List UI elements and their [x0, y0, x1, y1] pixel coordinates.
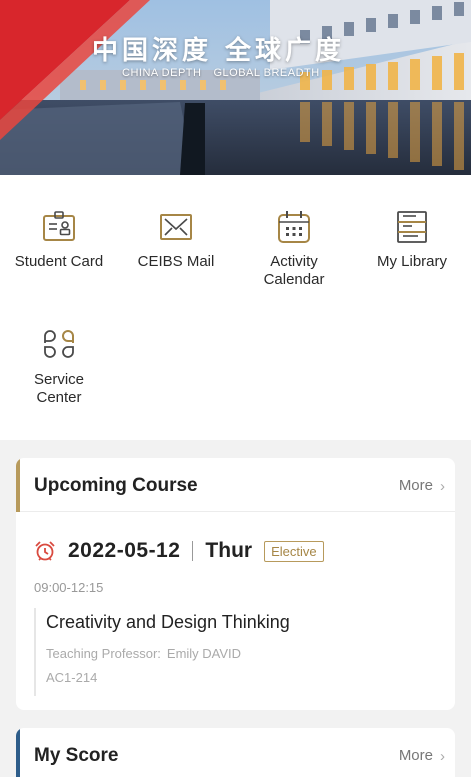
- activity-calendar-label: Activity Calendar: [263, 253, 325, 288]
- accent-bar: [16, 728, 20, 777]
- upcoming-course-card: Upcoming Course More › 2022-05-12 Thur E…: [16, 458, 455, 710]
- course-date-row: 2022-05-12 Thur Elective: [34, 538, 324, 564]
- course-details[interactable]: Creativity and Design Thinking Teaching …: [34, 608, 438, 696]
- service-center-icon: [44, 330, 74, 358]
- service-center-shortcut[interactable]: Service Center: [0, 327, 118, 407]
- student-card-label: Student Card: [14, 253, 104, 270]
- upcoming-course-header: Upcoming Course More ›: [16, 458, 455, 512]
- mail-icon: [160, 214, 192, 240]
- course-time: 09:00-12:15: [34, 580, 104, 595]
- chevron-right-icon[interactable]: ›: [440, 478, 445, 495]
- professor-name: Emily DAVID: [166, 646, 242, 661]
- professor-label: Teaching Professor:: [46, 646, 161, 661]
- alarm-clock-icon: [35, 541, 55, 561]
- course-weekday: Thur: [205, 539, 253, 562]
- quick-access-panel: Student Card CEIBS Mail Activity Calenda…: [0, 175, 471, 440]
- banner-subtitle-left: CHINA DEPTH: [122, 67, 202, 79]
- student-card-shortcut[interactable]: Student Card: [0, 209, 118, 271]
- accent-bar: [16, 458, 20, 512]
- hero-banner: 中国深度 全球广度 CHINA DEPTH GLOBAL BREADTH: [0, 0, 471, 175]
- score-more-link[interactable]: More: [399, 747, 433, 764]
- banner-title: 中国深度 全球广度: [92, 36, 346, 66]
- my-score-card: My Score More ›: [16, 728, 455, 777]
- banner-subtitle: CHINA DEPTH GLOBAL BREADTH: [122, 67, 320, 79]
- course-name: Creativity and Design Thinking: [46, 612, 290, 632]
- id-card-icon: [43, 211, 75, 241]
- date-divider: [192, 541, 194, 561]
- upcoming-course-title: Upcoming Course: [34, 475, 198, 496]
- ceibs-mail-shortcut[interactable]: CEIBS Mail: [117, 209, 235, 271]
- chevron-right-icon[interactable]: ›: [440, 748, 445, 765]
- my-library-shortcut[interactable]: My Library: [353, 209, 471, 271]
- course-professor: Teaching Professor: Emily DAVID: [46, 646, 241, 661]
- library-icon: [397, 211, 427, 243]
- my-score-title: My Score: [34, 745, 119, 766]
- elective-badge: Elective: [264, 540, 324, 562]
- campus-photo: [0, 0, 471, 175]
- banner-subtitle-right: GLOBAL BREADTH: [213, 67, 320, 79]
- upcoming-more-link[interactable]: More: [399, 477, 433, 494]
- service-center-label: Service Center: [33, 371, 85, 406]
- activity-calendar-shortcut[interactable]: Activity Calendar: [235, 209, 353, 289]
- my-score-header: My Score More ›: [16, 728, 455, 777]
- calendar-icon: [278, 211, 310, 243]
- course-date: 2022-05-12: [68, 539, 181, 562]
- ceibs-mail-label: CEIBS Mail: [137, 253, 215, 270]
- course-room: AC1-214: [46, 670, 98, 685]
- my-library-label: My Library: [376, 253, 447, 270]
